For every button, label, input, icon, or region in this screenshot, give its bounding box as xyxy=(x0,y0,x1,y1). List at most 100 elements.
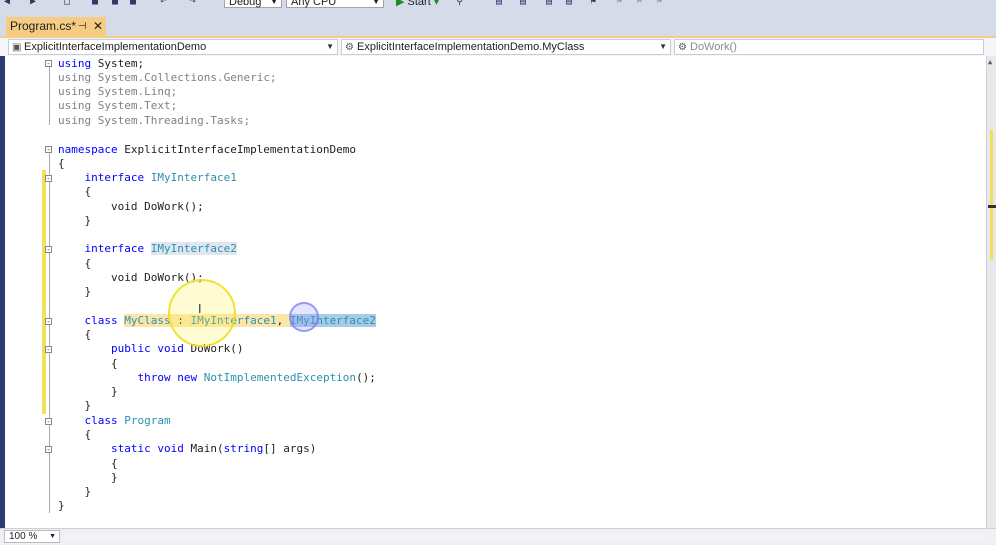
start-label: Start xyxy=(407,0,431,8)
code-line: } xyxy=(58,499,65,512)
save-icon[interactable]: ■ xyxy=(112,0,122,7)
bookmark-clear-icon[interactable]: ⚑ xyxy=(656,0,666,7)
type-dropdown[interactable]: ⚙ ExplicitInterfaceImplementationDemo.MyC… xyxy=(341,39,671,55)
outline-line xyxy=(49,67,50,125)
collapse-icon[interactable]: - xyxy=(45,318,52,326)
new-project-icon[interactable]: □ xyxy=(64,0,74,7)
toolbar-button-icon[interactable]: ▤ xyxy=(566,0,576,7)
configuration-dropdown[interactable]: Debug ▼ xyxy=(224,0,282,8)
collapse-icon[interactable]: - xyxy=(45,175,52,183)
open-file-icon[interactable]: ■ xyxy=(92,0,102,7)
save-all-icon[interactable]: ■ xyxy=(130,0,140,7)
code-line: using System.Linq; xyxy=(58,85,178,98)
keyword: class xyxy=(84,314,118,327)
scrollbar-caret-marker xyxy=(988,205,996,208)
bookmark-prev-icon[interactable]: ⚑ xyxy=(616,0,626,7)
keyword: interface xyxy=(84,242,145,255)
click-indicator-ring xyxy=(289,302,319,332)
redo-icon[interactable]: ↷ xyxy=(190,0,200,7)
chevron-down-icon: ▼ xyxy=(270,0,278,6)
member-dropdown[interactable]: ⚙ DoWork() xyxy=(674,39,984,55)
code-line: { xyxy=(58,357,118,370)
code-line: using System.Collections.Generic; xyxy=(58,71,277,84)
collapse-icon[interactable]: - xyxy=(45,246,52,254)
code-line: { xyxy=(58,257,92,270)
code-line: interface IMyInterface2 xyxy=(58,242,237,256)
undo-icon[interactable]: ↶ xyxy=(160,0,170,7)
code-line: interface IMyInterface1 xyxy=(58,171,237,185)
change-marker xyxy=(42,170,46,414)
code-text: System.Linq; xyxy=(97,85,178,98)
zoom-value: 100 % xyxy=(9,531,38,542)
project-name: ExplicitInterfaceImplementationDemo xyxy=(24,41,207,53)
code-line: } xyxy=(58,471,118,484)
project-dropdown[interactable]: ▣ ExplicitInterfaceImplementationDemo ▼ xyxy=(8,39,338,55)
code-line: } xyxy=(58,485,92,498)
keyword: string xyxy=(223,442,264,455)
class-icon: ⚙ xyxy=(345,42,354,53)
code-line: { xyxy=(58,328,92,341)
keyword: interface xyxy=(84,171,145,184)
code-text: System.Text; xyxy=(97,99,178,112)
keyword: static xyxy=(110,442,151,455)
code-line: void DoWork(); xyxy=(58,200,204,214)
toolbar-button-icon[interactable]: ▤ xyxy=(520,0,530,7)
code-line: using System; xyxy=(58,57,144,71)
collapse-icon[interactable]: - xyxy=(45,418,52,426)
forward-icon[interactable]: ▶ xyxy=(30,0,40,7)
code-line: { xyxy=(58,428,92,441)
interface-name: IMyInterface1 xyxy=(150,171,237,184)
code-text: System; xyxy=(97,57,145,70)
csharp-project-icon: ▣ xyxy=(12,42,22,53)
horizontal-scrollbar[interactable] xyxy=(64,532,984,542)
editor-left-border xyxy=(0,56,5,528)
bookmark-next-icon[interactable]: ⚑ xyxy=(636,0,646,7)
vertical-scrollbar[interactable]: ▲ xyxy=(986,56,996,528)
platform-dropdown[interactable]: Any CPU ▼ xyxy=(286,0,384,8)
method-icon: ⚙ xyxy=(678,42,687,53)
keyword: void xyxy=(157,442,184,455)
toolbar-button-icon[interactable]: ▤ xyxy=(546,0,556,7)
text-cursor-icon: I xyxy=(198,302,202,316)
back-icon[interactable]: ◀ xyxy=(4,0,14,7)
code-line: } xyxy=(58,285,92,298)
bookmark-icon[interactable]: ⚑ xyxy=(590,0,600,7)
collapse-icon[interactable]: - xyxy=(45,346,52,354)
toolbar-button-icon[interactable]: ▤ xyxy=(496,0,506,7)
keyword: void xyxy=(157,342,184,355)
tab-program-cs[interactable]: Program.cs* ⊣ ✕ xyxy=(6,17,106,36)
keyword: namespace xyxy=(58,143,118,156)
code-line: throw new NotImplementedException(); xyxy=(137,371,376,384)
close-icon[interactable]: ✕ xyxy=(93,17,103,36)
collapse-icon[interactable]: - xyxy=(45,146,52,154)
keyword: throw xyxy=(137,371,171,384)
exception-type: NotImplementedException xyxy=(203,371,357,384)
scrollbar-change-marker xyxy=(990,130,993,260)
code-text: System.Threading.Tasks; xyxy=(97,114,251,127)
editor-bottom-bar: 100 % ▼ xyxy=(0,528,996,545)
method-declaration: void DoWork(); xyxy=(110,200,204,213)
pin-icon[interactable]: ⊣ xyxy=(78,17,87,36)
code-line: void DoWork(); xyxy=(58,271,204,285)
start-button[interactable]: ▶ Start ▾ xyxy=(396,0,439,9)
class-name: MyClass xyxy=(124,314,171,327)
outline-line xyxy=(49,153,50,513)
scroll-up-icon[interactable]: ▲ xyxy=(988,58,992,66)
collapse-icon[interactable]: - xyxy=(45,446,52,454)
member-name: DoWork() xyxy=(690,41,737,53)
code-line: { xyxy=(58,457,118,470)
keyword: public xyxy=(110,342,151,355)
chevron-down-icon: ▼ xyxy=(372,0,380,6)
collapse-icon[interactable]: - xyxy=(45,60,52,68)
code-line: { xyxy=(58,157,65,170)
zoom-dropdown[interactable]: 100 % ▼ xyxy=(4,530,60,543)
code-line: } xyxy=(58,385,118,398)
code-line: namespace ExplicitInterfaceImplementatio… xyxy=(58,143,356,157)
code-line: { xyxy=(58,185,92,198)
code-line: using System.Threading.Tasks; xyxy=(58,114,251,127)
code-line: using System.Text; xyxy=(58,99,178,112)
toolbar: ◀ ▶ □ ■ ■ ■ ↶ ↷ Debug ▼ Any CPU ▼ ▶ Start … xyxy=(0,0,996,12)
chevron-down-icon: ▼ xyxy=(49,533,56,540)
code-line: class Program xyxy=(58,414,171,428)
find-icon[interactable]: ⚲ xyxy=(456,0,466,7)
